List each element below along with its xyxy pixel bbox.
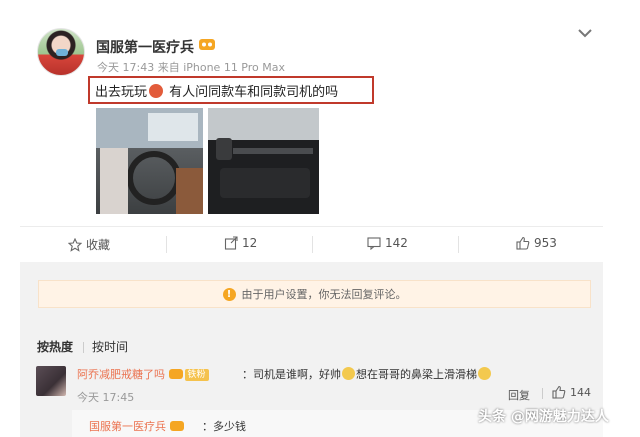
comment-button[interactable]: 142 bbox=[367, 236, 408, 250]
vip-badge-icon bbox=[199, 39, 215, 50]
crab-emoji-icon bbox=[149, 84, 164, 98]
comment-sort-bar: 按热度 按时间 bbox=[20, 334, 603, 356]
car-interior-illustration bbox=[96, 108, 203, 214]
comment-icon bbox=[367, 237, 381, 250]
comment-like-count: 144 bbox=[570, 385, 591, 399]
commenter-username[interactable]: 阿乔减肥戒糖了吗 bbox=[77, 368, 165, 381]
sort-by-hot-tab[interactable]: 按热度 bbox=[37, 338, 73, 355]
reply-restricted-notice: ! 由于用户设置，你无法回复评论。 bbox=[38, 280, 591, 308]
vip-badge-icon bbox=[169, 421, 184, 431]
post-action-bar: 收藏 12 142 953 bbox=[20, 226, 603, 262]
sub-reply-user[interactable]: 国服第一医疗兵 bbox=[89, 418, 184, 434]
comment-count: 142 bbox=[385, 236, 408, 250]
star-icon bbox=[68, 237, 82, 252]
comment-text-part1: ：司机是谁啊，好帅 bbox=[242, 368, 341, 381]
warning-icon: ! bbox=[222, 287, 236, 301]
share-icon bbox=[224, 236, 238, 250]
favorite-label: 收藏 bbox=[86, 238, 111, 252]
post-text-part1: 出去玩玩 bbox=[95, 85, 148, 100]
notice-text: 由于用户设置，你无法回复评论。 bbox=[241, 288, 407, 301]
post-meta: 今天 17:43 来自 iPhone 11 Pro Max bbox=[97, 61, 285, 74]
commenter-name[interactable]: 阿乔减肥戒糖了吗 铁粉 bbox=[77, 366, 209, 382]
comment-reply-button[interactable]: 回复 bbox=[508, 387, 530, 403]
post-photo-1[interactable] bbox=[96, 108, 203, 214]
comment-text: ：司机是谁啊，好帅 想在哥哥的鼻梁上滑滑梯 bbox=[242, 366, 492, 382]
vip-badge-icon bbox=[168, 369, 183, 379]
thumbs-up-icon bbox=[516, 236, 530, 250]
favorite-button[interactable]: 收藏 bbox=[68, 236, 110, 253]
dashboard-illustration bbox=[208, 108, 319, 214]
chevron-down-icon[interactable] bbox=[576, 26, 594, 40]
comment-like-button[interactable]: 144 bbox=[552, 385, 591, 399]
share-button[interactable]: 12 bbox=[224, 236, 257, 250]
share-count: 12 bbox=[242, 236, 258, 250]
sub-reply-text: ：多少钱 bbox=[202, 420, 246, 433]
author-avatar[interactable] bbox=[37, 28, 85, 76]
thumbs-up-icon bbox=[552, 385, 566, 399]
action-divider bbox=[312, 236, 313, 253]
like-button[interactable]: 953 bbox=[516, 236, 557, 250]
author-username[interactable]: 国服第一医疗兵 bbox=[96, 37, 194, 57]
post-text: 出去玩玩 有人问同款车和同款司机的吗 bbox=[95, 81, 338, 100]
smile-emoji-icon bbox=[478, 367, 491, 380]
comment-text-part2: 想在哥哥的鼻梁上滑滑梯 bbox=[356, 368, 477, 381]
smile-emoji-icon bbox=[342, 367, 355, 380]
like-count: 953 bbox=[534, 236, 557, 250]
action-divider bbox=[458, 236, 459, 253]
post-photo-2[interactable] bbox=[208, 108, 319, 214]
comment-action-divider bbox=[542, 388, 543, 399]
sort-by-time-tab[interactable]: 按时间 bbox=[92, 338, 128, 355]
action-divider bbox=[166, 236, 167, 253]
source-watermark: 头条 @网游魅力达人 bbox=[478, 409, 609, 425]
sub-reply-username[interactable]: 国服第一医疗兵 bbox=[89, 420, 166, 433]
post-text-part2: 有人问同款车和同款司机的吗 bbox=[165, 85, 339, 100]
comment-time: 今天 17:45 bbox=[77, 391, 135, 404]
fan-badge: 铁粉 bbox=[184, 369, 209, 381]
sort-divider bbox=[83, 342, 84, 353]
commenter-avatar[interactable] bbox=[36, 366, 66, 396]
